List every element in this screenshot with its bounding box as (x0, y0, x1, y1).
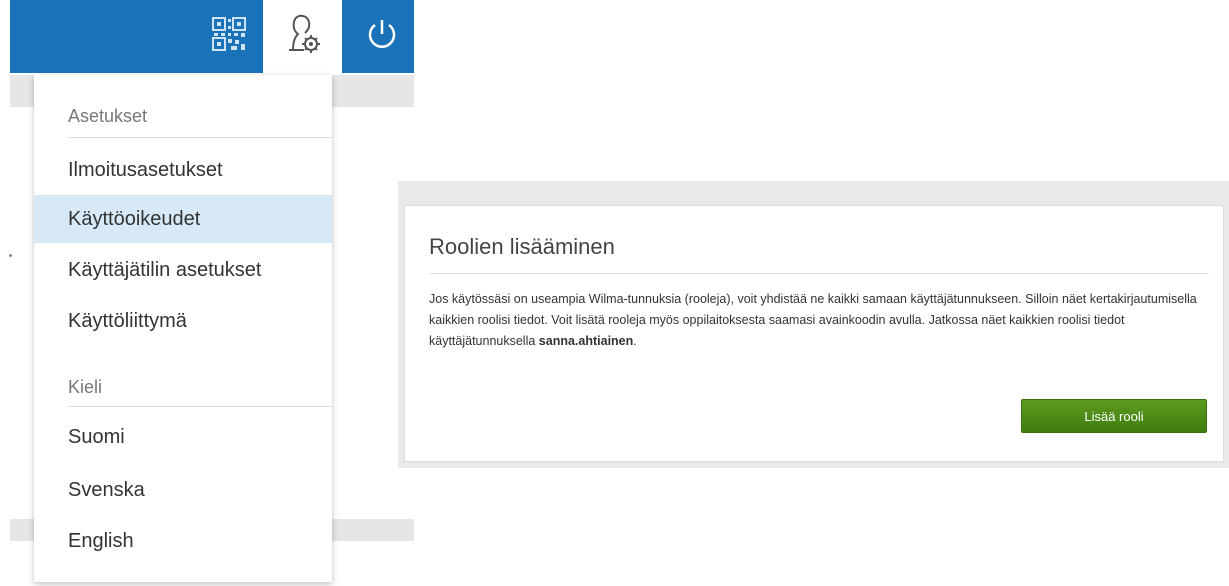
add-roles-card: Roolien lisääminen Jos käytössäsi on use… (404, 205, 1224, 462)
card-description: Jos käytössäsi on useampia Wilma-tunnuks… (429, 289, 1209, 352)
stray-dot (9, 254, 12, 257)
settings-dropdown: Asetukset Ilmoitusasetukset Käyttöoikeud… (34, 75, 332, 582)
divider (68, 137, 332, 138)
qr-code-icon (212, 17, 246, 56)
language-english[interactable]: English (34, 517, 332, 565)
divider (429, 273, 1209, 274)
top-bar (10, 0, 414, 73)
user-settings-icon (284, 14, 322, 59)
menu-item-account-settings[interactable]: Käyttäjätilin asetukset (34, 246, 332, 294)
language-svenska[interactable]: Svenska (34, 466, 332, 514)
qr-code-button[interactable] (195, 0, 263, 73)
divider (68, 406, 332, 407)
menu-item-access-rights[interactable]: Käyttöoikeudet (34, 195, 332, 243)
card-title: Roolien lisääminen (429, 234, 615, 259)
language-heading: Kieli (68, 377, 103, 397)
add-role-button[interactable]: Lisää rooli (1021, 399, 1207, 433)
username: sanna.ahtiainen (538, 334, 634, 348)
menu-item-user-interface[interactable]: Käyttöliittymä (34, 297, 332, 345)
settings-heading: Asetukset (68, 106, 148, 126)
description-end: . (633, 334, 637, 348)
language-suomi[interactable]: Suomi (34, 413, 332, 461)
menu-item-notification-settings[interactable]: Ilmoitusasetukset (34, 146, 332, 194)
profile-settings-button[interactable] (263, 0, 342, 73)
power-icon (365, 17, 399, 56)
logout-button[interactable] (350, 0, 414, 73)
